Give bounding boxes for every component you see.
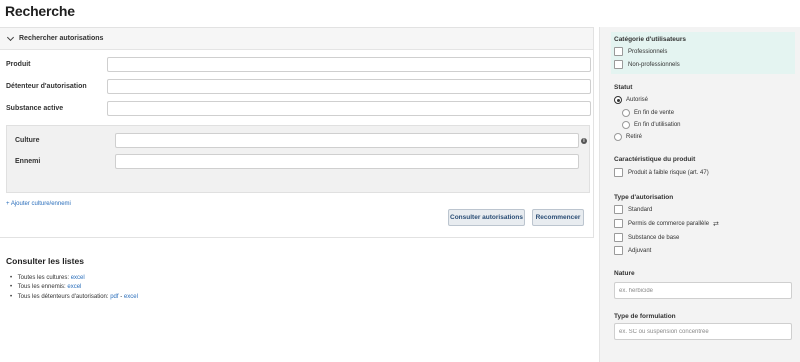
option-label: Professionnels xyxy=(628,48,668,55)
radio-button[interactable] xyxy=(614,133,622,141)
radio-retire[interactable]: Retiré xyxy=(614,133,642,141)
radio-button[interactable] xyxy=(614,96,622,104)
recommencer-button[interactable]: Recommencer xyxy=(532,209,584,226)
option-label: Substance de base xyxy=(628,234,680,241)
option-standard[interactable]: Standard xyxy=(614,205,652,214)
option-label: En fin d'utilisation xyxy=(634,122,681,128)
lists: Toutes les cultures: excel Tous les enne… xyxy=(10,274,138,302)
add-culture-ennemi-link[interactable]: + Ajouter culture/ennemi xyxy=(6,201,71,207)
type-formulation-input[interactable] xyxy=(614,323,792,340)
produit-label: Produit xyxy=(6,61,31,68)
radio-fin-de-vente[interactable]: En fin de vente xyxy=(622,109,674,117)
page-title: Recherche xyxy=(5,3,75,19)
detenteur-label: Détenteur d'autorisation xyxy=(6,83,87,90)
option-non-professionnels[interactable]: Non-professionnels xyxy=(614,60,680,69)
option-label: Autorisé xyxy=(626,97,649,103)
type-formulation-title: Type de formulation xyxy=(614,313,676,320)
culture-label: Culture xyxy=(15,137,40,144)
option-label: Adjuvant xyxy=(628,247,652,254)
radio-fin-utilisation[interactable]: En fin d'utilisation xyxy=(622,121,681,129)
ennemi-label: Ennemi xyxy=(15,158,41,165)
radio-button[interactable] xyxy=(622,109,630,117)
option-label: En fin de vente xyxy=(634,110,675,116)
nature-title: Nature xyxy=(614,270,635,277)
list-item-label: Toutes les cultures: xyxy=(17,275,71,281)
consulter-autorisations-button[interactable]: Consulter autorisations xyxy=(448,209,525,226)
checkbox[interactable] xyxy=(614,205,623,214)
checkbox[interactable] xyxy=(614,47,623,56)
caracteristique-produit-title: Caractéristique du produit xyxy=(614,156,696,163)
statut-title: Statut xyxy=(614,84,633,91)
option-permis-commerce-parallele[interactable]: Permis de commerce parallèle ⇄ xyxy=(614,219,719,228)
detenteurs-pdf-link[interactable]: pdf xyxy=(110,294,118,300)
option-professionnels[interactable]: Professionnels xyxy=(614,47,667,56)
radio-button[interactable] xyxy=(622,121,630,129)
chevron-down-icon[interactable] xyxy=(6,33,15,41)
categorie-utilisateurs-title: Catégorie d'utilisateurs xyxy=(614,36,686,43)
checkbox[interactable] xyxy=(614,60,623,69)
option-substance-de-base[interactable]: Substance de base xyxy=(614,233,679,242)
ennemi-input[interactable] xyxy=(115,154,579,169)
swap-arrows-icon: ⇄ xyxy=(713,220,719,228)
cultures-excel-link[interactable]: excel xyxy=(71,275,85,281)
checkbox[interactable] xyxy=(614,246,623,255)
culture-ennemi-group: Culture i Ennemi xyxy=(6,125,590,193)
list-item-label: Tous les ennemis: xyxy=(17,284,68,291)
option-label: Produit à faible risque (art. 47) xyxy=(628,169,709,176)
ennemis-excel-link[interactable]: excel xyxy=(67,284,81,290)
option-label: Permis de commerce parallèle xyxy=(628,220,710,227)
search-panel-header[interactable]: Rechercher autorisations xyxy=(0,28,593,50)
radio-autorise[interactable]: Autorisé xyxy=(614,96,648,104)
checkbox[interactable] xyxy=(614,233,623,242)
list-item: Toutes les cultures: excel xyxy=(10,274,138,283)
option-label: Standard xyxy=(628,206,653,213)
nature-input[interactable] xyxy=(614,282,792,299)
checkbox[interactable] xyxy=(614,219,623,228)
option-faible-risque[interactable]: Produit à faible risque (art. 47) xyxy=(614,168,709,177)
search-panel-title: Rechercher autorisations xyxy=(19,35,104,42)
list-item-label: Tous les détenteurs d'autorisation: xyxy=(17,293,111,300)
checkbox[interactable] xyxy=(614,168,623,177)
substance-active-label: Substance active xyxy=(6,105,64,112)
lists-title: Consulter les listes xyxy=(6,256,84,266)
list-item: Tous les détenteurs d'autorisation: pdf … xyxy=(10,293,138,302)
search-panel: Rechercher autorisations Produit Détente… xyxy=(0,27,594,238)
type-autorisation-title: Type d'autorisation xyxy=(614,194,674,201)
list-item: Tous les ennemis: excel xyxy=(10,283,138,292)
filter-sidebar: Catégorie d'utilisateurs Professionnels … xyxy=(599,27,800,362)
detenteur-input[interactable] xyxy=(107,79,591,94)
option-adjuvant[interactable]: Adjuvant xyxy=(614,246,651,255)
detenteurs-excel-link[interactable]: excel xyxy=(124,294,138,300)
produit-input[interactable] xyxy=(107,57,591,72)
info-icon[interactable]: i xyxy=(581,138,587,144)
option-label: Non-professionnels xyxy=(628,61,680,68)
option-label: Retiré xyxy=(626,134,643,140)
substance-active-input[interactable] xyxy=(107,101,591,116)
culture-input[interactable] xyxy=(115,133,579,148)
